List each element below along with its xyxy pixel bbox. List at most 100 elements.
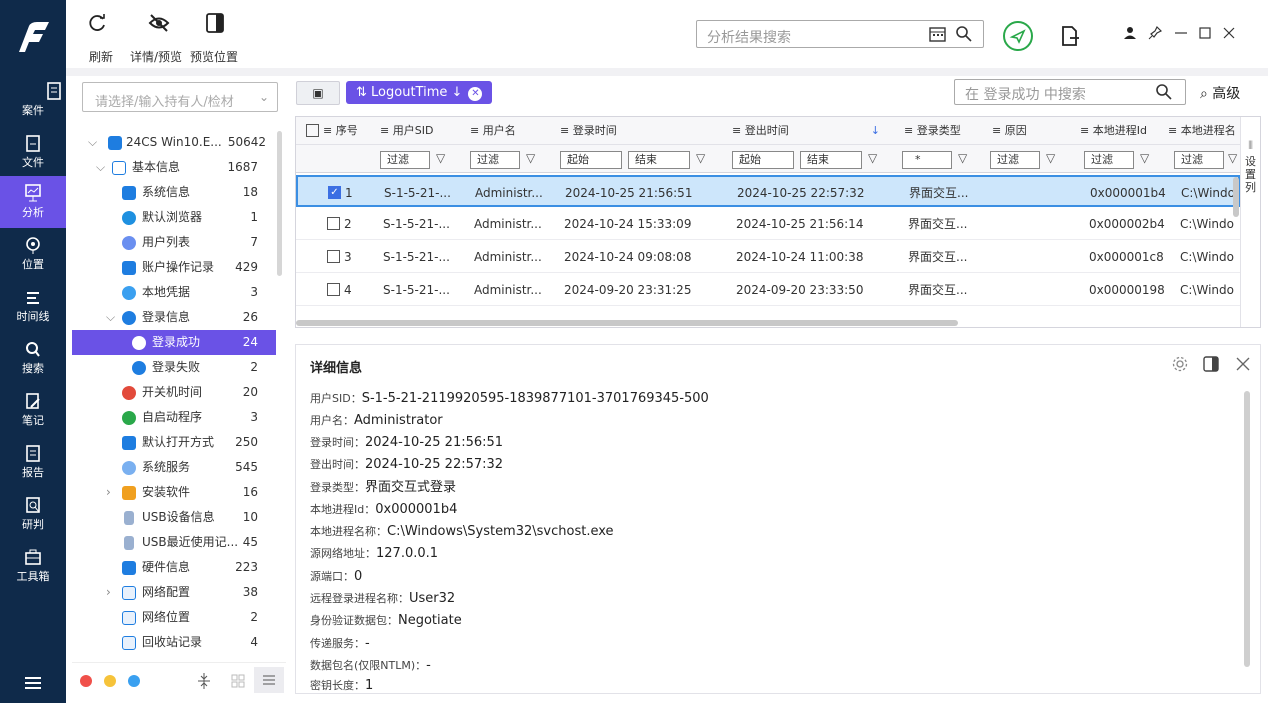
tree-item-login-info[interactable]: ⌵ 登录信息 26 (72, 305, 276, 330)
user-filter-input[interactable]: 过滤 (470, 151, 520, 169)
row-checkbox[interactable] (327, 250, 340, 263)
tree-item-local-credentials[interactable]: 本地凭据 3 (72, 280, 276, 305)
tree-item-default-browser[interactable]: 默认浏览器 1 (72, 205, 276, 230)
column-header-sid[interactable]: ≡ 用户SID (372, 117, 462, 145)
rail-item-search[interactable]: 搜索 (0, 332, 66, 384)
minimize-icon[interactable] (1172, 24, 1190, 42)
yellow-tag-icon[interactable] (104, 675, 116, 687)
table-row[interactable]: ✓ 1 S-1-5-21-... Administr... 2024-10-25 … (296, 175, 1240, 207)
tree-item-installed-software[interactable]: › 安装软件 16 (72, 480, 276, 505)
advanced-search-button[interactable]: ⌕ 高级 (1200, 83, 1240, 103)
filter-icon[interactable]: ▽ (696, 151, 705, 165)
panel-layout-icon[interactable] (1202, 355, 1220, 373)
search-icon[interactable] (1155, 83, 1173, 101)
table-row[interactable]: 2 S-1-5-21-... Administr... 2024-10-24 1… (296, 208, 1240, 240)
rail-item-file[interactable]: 文件 (0, 126, 66, 178)
column-header-logout[interactable]: ≡ 登出时间 ↓ (720, 117, 892, 145)
tree-item-usb-devices[interactable]: USB设备信息 10 (72, 505, 276, 530)
tree-item-power-time[interactable]: 开关机时间 20 (72, 380, 276, 405)
column-header-pname[interactable]: ≡ 本地进程名 (1156, 117, 1240, 145)
pid-filter-input[interactable]: 过滤 (1084, 151, 1134, 169)
row-checkbox[interactable] (327, 283, 340, 296)
chevron-down-icon[interactable]: ⌵ (106, 305, 118, 330)
red-tag-icon[interactable] (80, 675, 92, 687)
holder-select[interactable]: 请选择/输入持有人/检材 ⌄ (82, 82, 278, 112)
detail-preview-button[interactable]: 详情/预览 (130, 48, 182, 65)
sheet-toggle-button[interactable]: ▣ (296, 81, 340, 105)
filter-icon[interactable]: ▽ (436, 151, 445, 165)
search-icon[interactable] (955, 25, 973, 43)
refresh-button[interactable]: 刷新 (89, 48, 113, 65)
row-checkbox[interactable]: ✓ (328, 186, 341, 199)
logout-start-input[interactable]: 起始 (732, 151, 794, 169)
column-header-user[interactable]: ≡ 用户名 (462, 117, 552, 145)
column-header-login[interactable]: ≡ 登录时间 (552, 117, 720, 145)
table-row[interactable]: 4 S-1-5-21-... Administr... 2024-09-20 2… (296, 274, 1240, 306)
column-header-reason[interactable]: ≡ 原因 (980, 117, 1068, 145)
tree-item-network-location[interactable]: 网络位置 2 (72, 605, 276, 630)
tree-item-usb-recent[interactable]: USB最近使用记... 45 (72, 530, 276, 555)
chevron-down-icon[interactable]: ⌵ (96, 155, 108, 180)
blue-tag-icon[interactable] (128, 675, 140, 687)
logout-end-input[interactable]: 结束 (800, 151, 862, 169)
reason-filter-input[interactable]: 过滤 (990, 151, 1040, 169)
filter-icon[interactable]: ▽ (1228, 151, 1237, 165)
list-view-button[interactable] (254, 667, 284, 693)
collapse-icon[interactable] (196, 672, 212, 690)
rail-item-notes[interactable]: 笔记 (0, 384, 66, 436)
navigate-button[interactable] (1003, 21, 1033, 51)
close-icon[interactable] (1220, 24, 1238, 42)
maximize-icon[interactable] (1196, 24, 1214, 42)
tree-item-system-info[interactable]: 系统信息 18 (72, 180, 276, 205)
tree-item-basic-info[interactable]: ⌵ 基本信息 1687 (72, 155, 276, 180)
gear-icon[interactable] (1171, 355, 1189, 373)
column-header-seq[interactable]: ≡ 序号 (296, 117, 372, 145)
panel-layout-icon[interactable] (202, 10, 228, 36)
tree-item-network-config[interactable]: › 网络配置 38 (72, 580, 276, 605)
column-settings-button[interactable]: ⦀ 设置列 (1240, 117, 1260, 327)
grid-horizontal-scrollbar[interactable] (296, 320, 958, 326)
remove-sort-icon[interactable]: ✕ (468, 87, 483, 101)
tree-scrollbar[interactable] (277, 131, 282, 276)
filter-icon[interactable]: ▽ (958, 151, 967, 165)
pname-filter-input[interactable]: 过滤 (1174, 151, 1224, 169)
tree-item-user-list[interactable]: 用户列表 7 (72, 230, 276, 255)
type-filter-input[interactable]: * (902, 151, 952, 169)
rail-item-timeline[interactable]: 时间线 (0, 280, 66, 332)
chevron-right-icon[interactable]: › (106, 580, 118, 605)
close-icon[interactable] (1234, 355, 1252, 373)
table-row[interactable]: 3 S-1-5-21-... Administr... 2024-10-24 0… (296, 241, 1240, 273)
tree-item-system-services[interactable]: 系统服务 545 (72, 455, 276, 480)
tree-item-default-open[interactable]: 默认打开方式 250 (72, 430, 276, 455)
preview-position-button[interactable]: 预览位置 (190, 48, 238, 65)
tree-item-evidence[interactable]: ⌵ 24CS Win10.E... 50642 (72, 130, 276, 155)
rail-item-case[interactable]: 案件 (0, 74, 66, 126)
tree-item-recycle-bin[interactable]: 回收站记录 4 (72, 630, 276, 655)
login-start-input[interactable]: 起始 (560, 151, 622, 169)
tree-item-hardware[interactable]: 硬件信息 223 (72, 555, 276, 580)
sid-filter-input[interactable]: 过滤 (380, 151, 430, 169)
rail-item-report[interactable]: 报告 (0, 436, 66, 488)
tree-item-login-failure[interactable]: 登录失败 2 (72, 355, 276, 380)
tree-item-login-success[interactable]: 登录成功 24 (72, 330, 276, 355)
chevron-down-icon[interactable]: ⌵ (88, 130, 100, 155)
calendar-icon[interactable] (929, 26, 947, 42)
rail-item-toolbox[interactable]: 工具箱 (0, 540, 66, 592)
sort-chip[interactable]: ⇅ LogoutTime ↓ ✕ (346, 81, 493, 104)
login-end-input[interactable]: 结束 (628, 151, 690, 169)
grid-view-icon[interactable] (230, 673, 246, 689)
tree-item-autostart[interactable]: 自启动程序 3 (72, 405, 276, 430)
rail-item-judge[interactable]: 研判 (0, 488, 66, 540)
select-all-checkbox[interactable] (306, 123, 319, 137)
filter-icon[interactable]: ▽ (526, 151, 535, 165)
filter-icon[interactable]: ▽ (1046, 151, 1055, 165)
column-header-pid[interactable]: ≡ 本地进程Id (1068, 117, 1156, 145)
tree-item-account-ops[interactable]: 账户操作记录 429 (72, 255, 276, 280)
result-search-input[interactable]: 分析结果搜索 (696, 20, 984, 48)
rail-item-analysis[interactable]: 分析 (0, 176, 66, 228)
grid-vertical-scrollbar[interactable] (1233, 177, 1239, 217)
refresh-icon[interactable] (84, 10, 110, 36)
user-icon[interactable] (1121, 24, 1139, 42)
rail-item-location[interactable]: 位置 (0, 228, 66, 280)
filter-icon[interactable]: ▽ (868, 151, 877, 165)
